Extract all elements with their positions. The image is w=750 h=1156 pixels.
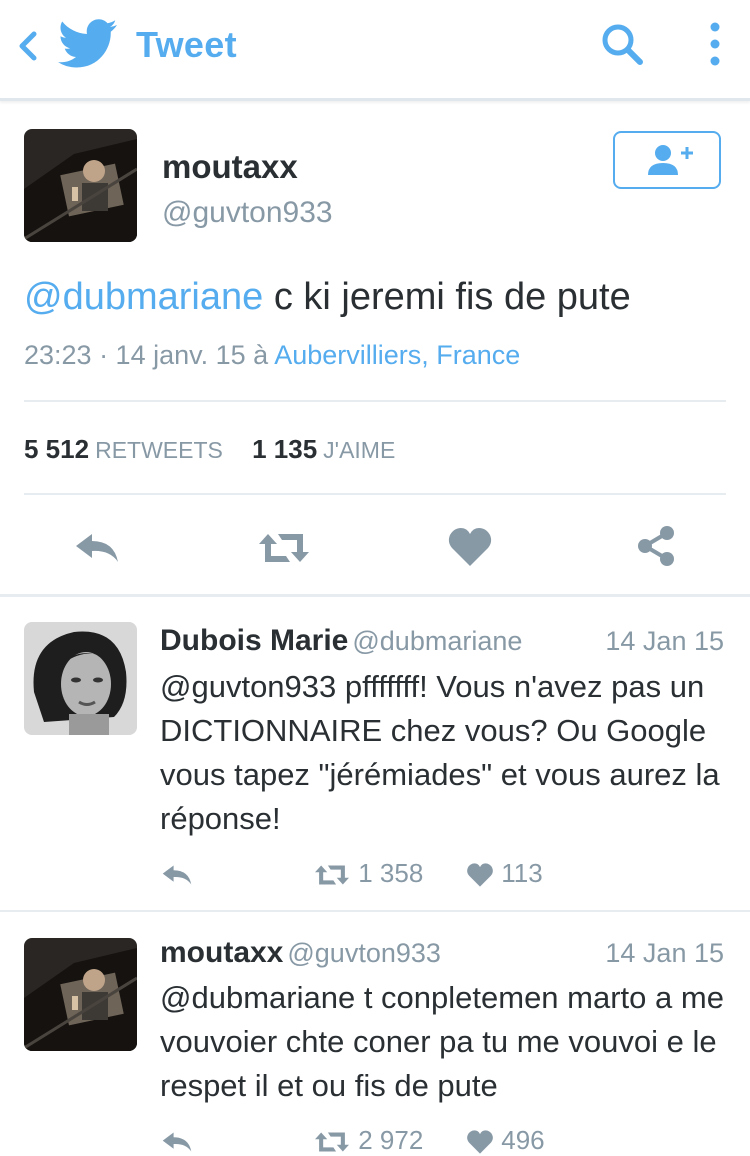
add-user-icon [648, 145, 693, 175]
more-options-icon[interactable] [700, 14, 730, 74]
retweet-icon [315, 1132, 349, 1152]
like-heart-icon [467, 863, 493, 887]
twitter-bird-icon[interactable] [58, 18, 118, 70]
tweet-timestamp: 23:23 · 14 janv. 15 à [24, 340, 275, 370]
reply-icon [162, 865, 192, 885]
retweet-label: RETWEETS [95, 437, 223, 463]
top-app-bar: Tweet [0, 0, 750, 101]
reply-author-handle[interactable]: @guvton933 [287, 938, 441, 968]
divider [24, 400, 726, 402]
like-count: 113 [501, 858, 543, 888]
tweet-stats: 5 512 RETWEETS 1 135 J'AIME [24, 434, 395, 465]
retweet-button[interactable]: 1 358 [313, 858, 423, 889]
reply-author[interactable]: moutaxx @guvton933 [160, 936, 441, 970]
back-arrow-icon[interactable] [14, 26, 40, 66]
reply-date: 14 Jan 15 [605, 938, 724, 968]
like-count[interactable]: 1 135 [252, 434, 317, 464]
retweet-icon [315, 865, 349, 885]
retweet-count[interactable]: 5 512 [24, 434, 89, 464]
reply-text: @guvton933 pfffffff! Vous n'avez pas un … [160, 669, 720, 836]
search-icon[interactable] [598, 20, 646, 68]
reply-author-handle[interactable]: @dubmariane [352, 626, 522, 656]
share-icon[interactable] [634, 524, 678, 568]
reply-icon [162, 1132, 192, 1152]
follow-button[interactable] [613, 131, 721, 189]
page-title: Tweet [136, 24, 237, 65]
reply-author-name[interactable]: Dubois Marie [160, 624, 348, 657]
avatar[interactable] [24, 622, 137, 735]
like-button[interactable]: 496 [466, 1125, 545, 1156]
reply-author[interactable]: Dubois Marie @dubmariane [160, 624, 522, 658]
author-name[interactable]: moutaxx [162, 148, 298, 186]
retweet-count: 2 972 [358, 1125, 424, 1155]
retweet-icon[interactable] [256, 530, 312, 566]
tweet-meta: 23:23 · 14 janv. 15 à Aubervilliers, Fra… [24, 340, 520, 371]
mention-link[interactable]: @dubmariane [24, 276, 263, 318]
reply-button[interactable] [160, 858, 194, 889]
avatar[interactable] [24, 938, 137, 1051]
reply-button[interactable] [160, 1125, 194, 1156]
reply-date: 14 Jan 15 [605, 626, 724, 656]
like-heart-icon[interactable] [447, 526, 493, 568]
location-link[interactable]: Aubervilliers, France [274, 340, 520, 370]
author-handle[interactable]: @guvton933 [162, 196, 333, 230]
reply-text: @dubmariane t conpletemen marto a me vou… [160, 980, 724, 1103]
like-heart-icon [467, 1130, 493, 1154]
like-button[interactable]: 113 [466, 858, 543, 889]
mention-link[interactable]: @guvton933 [160, 669, 336, 704]
tweet-text: @dubmariane c ki jeremi fis de pute [24, 276, 631, 319]
avatar[interactable] [24, 129, 137, 242]
retweet-count: 1 358 [358, 858, 424, 888]
tweet-body: c ki jeremi fis de pute [263, 276, 631, 318]
divider [0, 910, 750, 912]
divider [24, 493, 726, 495]
mention-link[interactable]: @dubmariane [160, 980, 355, 1015]
like-count: 496 [501, 1125, 545, 1155]
divider [0, 594, 750, 597]
reply-icon[interactable] [72, 530, 122, 566]
reply-author-name[interactable]: moutaxx [160, 936, 283, 969]
retweet-button[interactable]: 2 972 [313, 1125, 423, 1156]
like-label: J'AIME [323, 437, 396, 463]
